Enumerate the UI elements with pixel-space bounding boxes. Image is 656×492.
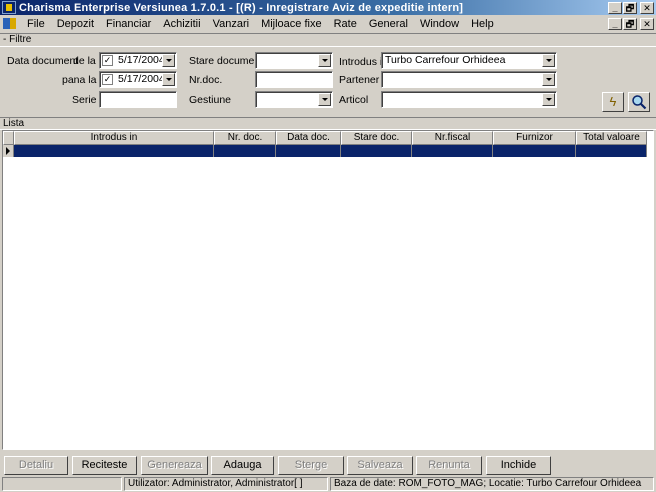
- menu-window[interactable]: Window: [414, 18, 465, 30]
- chevron-down-icon[interactable]: [318, 54, 331, 67]
- lightning-icon: ϟ: [609, 94, 617, 109]
- table-cell[interactable]: [276, 145, 341, 157]
- nr-doc-label: Nr.doc.: [189, 74, 223, 86]
- menu-depozit[interactable]: Depozit: [51, 18, 100, 30]
- sterge-button[interactable]: Sterge: [278, 456, 344, 475]
- col-introdus-in[interactable]: Introdus in: [14, 131, 214, 145]
- salveaza-button[interactable]: Salveaza: [347, 456, 413, 475]
- search-icon: [632, 95, 647, 110]
- grid-corner: [3, 131, 14, 145]
- stare-document-select[interactable]: [255, 52, 333, 69]
- chevron-down-icon[interactable]: [542, 73, 555, 86]
- articol-select[interactable]: [381, 91, 557, 108]
- menu-rate[interactable]: Rate: [328, 18, 363, 30]
- serie-label: Serie: [72, 94, 97, 106]
- grid-header: Introdus in Nr. doc. Data doc. Stare doc…: [3, 131, 647, 145]
- table-cell[interactable]: [341, 145, 412, 157]
- mdi-minimize-button[interactable]: _: [608, 17, 622, 30]
- chevron-down-icon[interactable]: [318, 93, 331, 106]
- pana-la-label: pana la: [62, 74, 97, 86]
- menu-mijloace-fixe[interactable]: Mijloace fixe: [255, 18, 328, 30]
- date-to-checkbox[interactable]: ✓: [102, 74, 113, 85]
- serie-input[interactable]: [99, 91, 177, 108]
- chevron-down-icon[interactable]: [542, 54, 555, 67]
- refresh-filter-button[interactable]: ϟ: [602, 92, 624, 112]
- chevron-down-icon[interactable]: [542, 93, 555, 106]
- de-la-label: de la: [73, 55, 96, 67]
- table-cell[interactable]: [214, 145, 276, 157]
- partener-select[interactable]: [381, 71, 557, 88]
- gestiune-select[interactable]: [255, 91, 333, 108]
- menu-help[interactable]: Help: [465, 18, 500, 30]
- status-pane-empty: [2, 477, 122, 491]
- nr-doc-input[interactable]: [255, 71, 333, 88]
- adauga-button[interactable]: Adauga: [211, 456, 274, 475]
- app-icon: [2, 1, 16, 14]
- introdus-in-value: Turbo Carrefour Orhideea: [385, 54, 506, 66]
- minimize-button[interactable]: _: [608, 1, 622, 14]
- date-to-value: 5/17/2004: [118, 73, 165, 85]
- menu-achizitii[interactable]: Achizitii: [157, 18, 206, 30]
- mdi-document-icon[interactable]: [3, 17, 17, 30]
- col-nr-fiscal[interactable]: Nr.fiscal: [412, 131, 493, 145]
- col-total-valoare[interactable]: Total valoare: [576, 131, 647, 145]
- table-row[interactable]: [3, 145, 647, 157]
- menu-general[interactable]: General: [363, 18, 414, 30]
- introdus-in-select[interactable]: Turbo Carrefour Orhideea: [381, 52, 557, 69]
- status-user: Utilizator: Administrator, Administrator…: [124, 477, 328, 491]
- filter-panel-header[interactable]: - Filtre: [0, 33, 656, 47]
- reciteste-button[interactable]: Reciteste: [72, 456, 137, 475]
- gestiune-label: Gestiune: [189, 94, 232, 106]
- table-cell[interactable]: [14, 145, 214, 157]
- col-nr-doc[interactable]: Nr. doc.: [214, 131, 276, 145]
- title-bar: Charisma Enterprise Versiunea 1.7.0.1 - …: [0, 0, 656, 15]
- date-from-checkbox[interactable]: ✓: [102, 55, 113, 66]
- menu-financiar[interactable]: Financiar: [100, 18, 157, 30]
- row-indicator-icon: [3, 145, 14, 157]
- detaliu-button[interactable]: Detaliu: [4, 456, 68, 475]
- menu-file[interactable]: File: [21, 18, 51, 30]
- date-to-picker[interactable]: ✓ 5/17/2004: [99, 71, 177, 88]
- restore-button[interactable]: 🗗: [623, 1, 637, 14]
- stare-document-label: Stare document: [189, 55, 264, 67]
- window-title: Charisma Enterprise Versiunea 1.7.0.1 - …: [19, 1, 464, 14]
- document-grid[interactable]: Introdus in Nr. doc. Data doc. Stare doc…: [2, 130, 654, 450]
- genereaza-button[interactable]: Genereaza: [141, 456, 208, 475]
- menu-bar: File Depozit Financiar Achizitii Vanzari…: [0, 15, 656, 32]
- status-database: Baza de date: ROM_FOTO_MAG; Locatie: Tur…: [330, 477, 654, 491]
- col-furnizor[interactable]: Furnizor: [493, 131, 576, 145]
- renunta-button[interactable]: Renunta: [416, 456, 482, 475]
- mdi-restore-button[interactable]: 🗗: [623, 17, 637, 30]
- date-from-picker[interactable]: ✓ 5/17/2004: [99, 52, 177, 69]
- col-data-doc[interactable]: Data doc.: [276, 131, 341, 145]
- close-button[interactable]: ✕: [640, 1, 654, 14]
- partener-label: Partener: [339, 74, 380, 86]
- table-cell[interactable]: [493, 145, 576, 157]
- table-cell[interactable]: [412, 145, 493, 157]
- inchide-button[interactable]: Inchide: [486, 456, 551, 475]
- date-from-value: 5/17/2004: [118, 54, 165, 66]
- data-document-label: Data document: [7, 55, 79, 67]
- search-button[interactable]: [628, 92, 650, 112]
- articol-label: Articol: [339, 94, 369, 106]
- mdi-close-button[interactable]: ✕: [640, 17, 654, 30]
- menu-vanzari[interactable]: Vanzari: [207, 18, 255, 30]
- col-stare-doc[interactable]: Stare doc.: [341, 131, 412, 145]
- chevron-down-icon[interactable]: [162, 73, 175, 86]
- table-cell[interactable]: [576, 145, 647, 157]
- chevron-down-icon[interactable]: [162, 54, 175, 67]
- list-panel-header: Lista: [0, 117, 656, 130]
